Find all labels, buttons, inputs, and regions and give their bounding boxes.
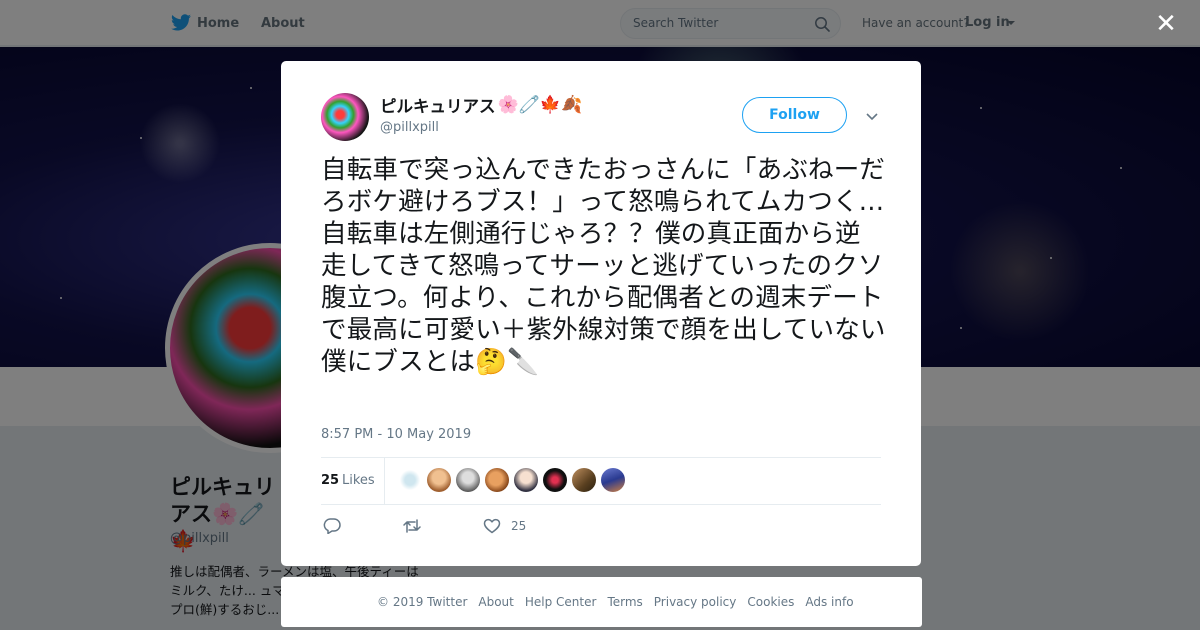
- author-name-row[interactable]: ピルキュリアス 🌸🧷🍁🍂: [380, 93, 582, 117]
- author-name[interactable]: ピルキュリアス: [380, 93, 496, 117]
- divider: [321, 504, 881, 505]
- author-name-emojis: 🌸🧷🍁🍂: [497, 95, 583, 115]
- footer: © 2019 Twitter About Help Center Terms P…: [281, 577, 922, 627]
- retweet-icon[interactable]: [403, 518, 421, 534]
- liker-avatar[interactable]: [398, 468, 422, 492]
- tweet-timestamp[interactable]: 8:57 PM - 10 May 2019: [321, 427, 471, 442]
- footer-help-center-link[interactable]: Help Center: [525, 595, 597, 609]
- footer-links: © 2019 Twitter About Help Center Terms P…: [377, 595, 865, 609]
- like-action-count[interactable]: 25: [511, 519, 526, 533]
- liker-avatar[interactable]: [456, 468, 480, 492]
- footer-copyright: © 2019 Twitter: [377, 595, 468, 609]
- footer-terms-link[interactable]: Terms: [607, 595, 642, 609]
- footer-privacy-link[interactable]: Privacy policy: [654, 595, 737, 609]
- footer-cookies-link[interactable]: Cookies: [747, 595, 794, 609]
- liker-avatars: [398, 468, 630, 492]
- liker-avatar[interactable]: [543, 468, 567, 492]
- author-handle[interactable]: @pillxpill: [380, 120, 439, 135]
- divider: [321, 457, 881, 458]
- reply-icon[interactable]: [323, 518, 341, 534]
- likes-count[interactable]: 25: [321, 473, 339, 488]
- liker-avatar[interactable]: [601, 468, 625, 492]
- heart-icon[interactable]: [483, 518, 501, 534]
- tweet-text: 自転車で突っ込んできたおっさんに「あぶねーだろボケ避けろブス！」って怒鳴られてム…: [321, 155, 886, 377]
- tweet-modal: ピルキュリアス 🌸🧷🍁🍂 @pillxpill Follow 自転車で突っ込んで…: [281, 61, 921, 566]
- footer-about-link[interactable]: About: [478, 595, 513, 609]
- chevron-down-icon[interactable]: [866, 110, 878, 122]
- close-icon[interactable]: ✕: [1154, 11, 1178, 37]
- likes-label[interactable]: Likes: [342, 473, 375, 488]
- footer-ads-info-link[interactable]: Ads info: [805, 595, 853, 609]
- liker-avatar[interactable]: [572, 468, 596, 492]
- likes-separator: [384, 458, 385, 504]
- liker-avatar[interactable]: [427, 468, 451, 492]
- avatar[interactable]: [321, 93, 369, 141]
- follow-button[interactable]: Follow: [742, 97, 847, 133]
- liker-avatar[interactable]: [485, 468, 509, 492]
- liker-avatar[interactable]: [514, 468, 538, 492]
